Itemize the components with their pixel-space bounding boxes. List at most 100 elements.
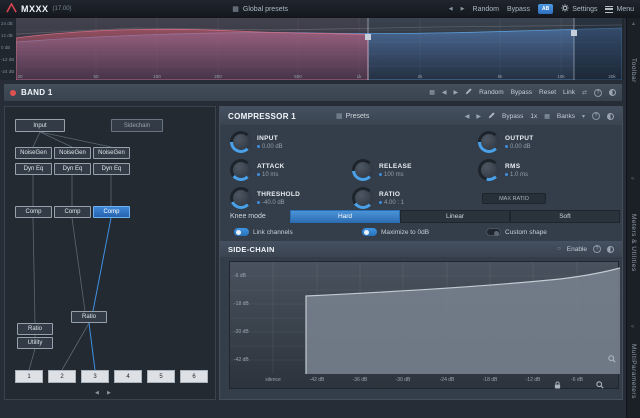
- menu-button[interactable]: Menu: [605, 5, 634, 13]
- banks-grid-icon[interactable]: ▦: [544, 113, 550, 120]
- custom-shape-toggle[interactable]: Custom shape: [486, 228, 547, 236]
- sidechain-enable-button[interactable]: Enable: [567, 246, 587, 253]
- slot-5[interactable]: 5: [147, 370, 175, 383]
- node-comp-3-selected[interactable]: Comp: [93, 206, 130, 218]
- node-noisegen-2[interactable]: NoiseGen: [54, 147, 91, 159]
- input-value[interactable]: 0.00 dB: [257, 144, 283, 150]
- prev-preset-icon[interactable]: ◀: [449, 6, 453, 12]
- attack-value[interactable]: 10 ms: [257, 172, 285, 178]
- comp-edit-icon[interactable]: [488, 111, 495, 121]
- slot-4[interactable]: 4: [114, 370, 142, 383]
- banks-button[interactable]: Banks: [557, 113, 575, 120]
- comp-next-icon[interactable]: ▶: [476, 113, 481, 120]
- chevron-left-icon[interactable]: «: [631, 324, 634, 330]
- tab-toolbar[interactable]: Toolbar: [630, 58, 637, 83]
- settings-button[interactable]: Settings: [561, 4, 597, 14]
- knee-hard-button[interactable]: Hard: [290, 210, 400, 223]
- global-presets-button[interactable]: ▦ Global presets: [232, 5, 289, 14]
- ab-compare-button[interactable]: AB: [537, 4, 554, 14]
- comp-bypass-button[interactable]: Bypass: [502, 113, 523, 120]
- node-noisegen-3[interactable]: NoiseGen: [93, 147, 130, 159]
- banks-dropdown-icon[interactable]: ▾: [582, 113, 585, 120]
- help-icon[interactable]: ?: [592, 112, 600, 120]
- zoom-icon[interactable]: [608, 350, 616, 368]
- enable-circle-icon[interactable]: ○: [557, 246, 561, 252]
- db-label: 24 dB: [1, 21, 13, 26]
- style-icon[interactable]: [609, 89, 616, 96]
- bypass-button[interactable]: Bypass: [507, 6, 530, 13]
- transfer-curve: [230, 262, 620, 374]
- ratio-knob[interactable]: [352, 187, 374, 209]
- node-noisegen-1[interactable]: NoiseGen: [15, 147, 52, 159]
- node-ratio-a[interactable]: Ratio: [71, 311, 107, 323]
- comp-1x-button[interactable]: 1x: [530, 113, 537, 120]
- max-ratio-field[interactable]: MAX RATIO: [482, 193, 546, 204]
- rms-knob[interactable]: [478, 159, 500, 181]
- band-edit-icon[interactable]: [465, 88, 472, 97]
- node-comp-1[interactable]: Comp: [15, 206, 52, 218]
- attack-knob-group: ATTACK 10 ms: [230, 159, 285, 181]
- ratio-value[interactable]: 4.00 : 1: [379, 200, 404, 206]
- knee-soft-button[interactable]: Soft: [510, 210, 620, 223]
- node-comp-2[interactable]: Comp: [54, 206, 91, 218]
- spectrum-display[interactable]: [16, 18, 622, 80]
- sidechain-transfer-graph[interactable]: -6 dB -18 dB -30 dB -42 dB silence -42 d…: [229, 261, 620, 389]
- crossover-handle[interactable]: [365, 34, 371, 40]
- swap-arrows-icon[interactable]: ⇄: [582, 89, 587, 96]
- random-button[interactable]: Random: [473, 6, 499, 13]
- output-knob[interactable]: [478, 131, 500, 153]
- tab-meters-utilities[interactable]: Meters & Utilities: [630, 214, 637, 272]
- output-knob-group: OUTPUT 0.00 dB: [478, 131, 534, 153]
- crossover-handle[interactable]: [571, 30, 577, 36]
- multiband-analyzer[interactable]: 24 dB 12 dB 0 dB -12 dB -24 dB 20 50 100…: [0, 18, 624, 80]
- band-routing-graph[interactable]: Input Sidechain NoiseGen NoiseGen NoiseG…: [4, 106, 216, 400]
- slot-2[interactable]: 2: [48, 370, 76, 383]
- band-reset-button[interactable]: Reset: [539, 89, 556, 96]
- chevron-left-icon[interactable]: «: [631, 176, 634, 182]
- graph-scroll-left-icon[interactable]: ◀: [95, 390, 99, 396]
- help-icon[interactable]: ?: [593, 245, 601, 253]
- comp-prev-icon[interactable]: ◀: [465, 113, 470, 120]
- band-presets-grid-icon[interactable]: ▦: [429, 89, 435, 96]
- lock-icon[interactable]: [554, 376, 561, 394]
- release-value[interactable]: 100 ms: [379, 172, 412, 178]
- attack-knob[interactable]: [230, 159, 252, 181]
- global-presets-label: Global presets: [242, 5, 289, 13]
- threshold-knob[interactable]: [230, 187, 252, 209]
- node-dyneq-1[interactable]: Dyn Eq: [15, 163, 52, 175]
- knee-linear-button[interactable]: Linear: [400, 210, 510, 223]
- node-dyneq-2[interactable]: Dyn Eq: [54, 163, 91, 175]
- sidechain-controls: ○ Enable ?: [557, 245, 614, 253]
- compressor-presets-button[interactable]: ▦ Presets: [336, 112, 369, 121]
- next-preset-icon[interactable]: ▶: [461, 6, 465, 12]
- node-sidechain[interactable]: Sidechain: [111, 119, 163, 132]
- zoom-icon[interactable]: [596, 376, 604, 394]
- band-color-dot[interactable]: [10, 89, 16, 96]
- band-random-button[interactable]: Random: [479, 89, 504, 96]
- threshold-value[interactable]: -40.0 dB: [257, 200, 300, 206]
- slot-1[interactable]: 1: [15, 370, 43, 383]
- band-link-button[interactable]: Link: [563, 89, 575, 96]
- node-utility[interactable]: Utility: [17, 337, 53, 349]
- band-prev-icon[interactable]: ◀: [442, 89, 447, 96]
- node-dyneq-3[interactable]: Dyn Eq: [93, 163, 130, 175]
- rms-value[interactable]: 1.0 ms: [505, 172, 528, 178]
- maximize-toggle[interactable]: Maximize to 0dB: [362, 228, 429, 236]
- node-input[interactable]: Input: [15, 119, 65, 132]
- band-bypass-button[interactable]: Bypass: [511, 89, 532, 96]
- release-knob[interactable]: [352, 159, 374, 181]
- band-next-icon[interactable]: ▶: [454, 89, 459, 96]
- help-icon[interactable]: ?: [594, 88, 602, 97]
- graph-scroll-right-icon[interactable]: ▶: [107, 390, 111, 396]
- node-ratio-b[interactable]: Ratio: [17, 323, 53, 335]
- melda-logo-icon[interactable]: [6, 2, 17, 15]
- slot-3[interactable]: 3: [81, 370, 109, 383]
- style-icon[interactable]: [607, 245, 614, 253]
- tab-multiparameters[interactable]: MultiParameters: [630, 344, 637, 399]
- slot-6[interactable]: 6: [180, 370, 208, 383]
- input-knob[interactable]: [230, 131, 252, 153]
- output-value[interactable]: 0.00 dB: [505, 144, 534, 150]
- link-channels-toggle[interactable]: Link channels: [234, 228, 293, 236]
- sidebar-collapse-icon[interactable]: ▲: [631, 21, 636, 27]
- style-icon[interactable]: [607, 112, 614, 120]
